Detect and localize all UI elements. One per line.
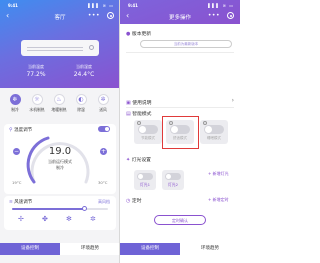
mode-label: 地暖制热 xyxy=(51,107,67,112)
timer-title: 定时 xyxy=(131,199,142,204)
timer-section-title: ◷ 定时 xyxy=(126,197,142,204)
light-label: 灯光1 xyxy=(139,182,150,187)
fan-speed-handle[interactable] xyxy=(81,206,87,211)
mode-label: 水机制热 xyxy=(29,107,45,112)
wind-icon: ≋ xyxy=(9,200,13,205)
current-humidity-label: 当前湿度 xyxy=(76,64,92,69)
mode-label: 送风 xyxy=(99,107,107,112)
smart-mode-icon: ▤ xyxy=(126,111,131,117)
snowflake-icon: ❄ xyxy=(9,94,21,105)
close-target-icon[interactable] xyxy=(227,12,234,19)
nav-bar: ‹ 更多操作 ••• xyxy=(120,10,240,24)
smart-mode-section-title: ▤ 智能模式 xyxy=(126,110,151,117)
fan-low-icon[interactable]: ✢ xyxy=(18,215,24,223)
mode-water-heat[interactable]: ☼ 水机制热 xyxy=(26,94,48,113)
fan-auto-icon[interactable]: ✲ xyxy=(90,215,96,223)
plus-button[interactable]: + xyxy=(100,148,107,155)
tab-device-control[interactable]: 设备控制 xyxy=(120,243,180,255)
tab-environment-trend[interactable]: 环境趋势 xyxy=(60,243,120,255)
light-label: 灯光2 xyxy=(167,182,178,187)
bottom-tabs: 设备控制 环境趋势 xyxy=(0,243,120,255)
nav-bar: ‹ 客厅 ••• xyxy=(0,10,120,24)
page-title: 客厅 xyxy=(54,15,66,21)
right-screen: 9:41 ▌▌▌ ≋ ▭ ‹ 更多操作 ••• ● 版本更新 当前为最新版本 ▣… xyxy=(120,0,240,263)
mode-dehumidify[interactable]: ◐ 除湿 xyxy=(70,94,92,113)
mode-selector: ❄ 制冷 ☼ 水机制热 ♨ 地暖制热 ◐ 除湿 ✲ 送风 xyxy=(0,92,120,122)
version-field[interactable]: 当前为最新版本 xyxy=(140,40,232,48)
minus-button[interactable]: − xyxy=(13,148,20,155)
light-section-title: ✦ 灯光设置 xyxy=(126,156,151,163)
light-toggle[interactable] xyxy=(137,173,153,180)
tab-device-control[interactable]: 设备控制 xyxy=(0,243,60,255)
manual-section-title[interactable]: ▣ 使用说明 xyxy=(126,99,151,106)
current-humidity: 当前湿度 24.4°C xyxy=(64,64,104,78)
timer-confirm-button[interactable]: 定时确认 xyxy=(154,215,206,225)
ac-unit-illustration xyxy=(21,40,99,56)
run-mode-value: 制冷 xyxy=(56,165,64,170)
more-icon[interactable]: ••• xyxy=(88,12,100,19)
scene-energy-saving[interactable]: 节能模式 xyxy=(134,120,162,144)
divider xyxy=(126,52,234,53)
current-temp-label: 当前温度 xyxy=(28,64,44,69)
scene-toggle[interactable] xyxy=(138,125,158,134)
document-icon: ▣ xyxy=(126,100,131,106)
sun-icon: ☼ xyxy=(31,94,43,105)
mode-floor-heat[interactable]: ♨ 地暖制热 xyxy=(48,94,70,113)
status-icons: ▌▌▌ ≋ ▭ xyxy=(88,3,114,8)
fan-speed-fill xyxy=(12,208,84,210)
tab-environment-trend[interactable]: 环境趋势 xyxy=(180,243,240,255)
mode-fan[interactable]: ✲ 送风 xyxy=(92,94,114,113)
light-1[interactable]: 灯光1 xyxy=(134,170,156,190)
bottom-tabs: 设备控制 环境趋势 xyxy=(120,243,240,255)
smart-mode-title: 智能模式 xyxy=(132,112,152,117)
page-title: 更多操作 xyxy=(168,15,191,21)
power-led-icon xyxy=(89,45,94,50)
status-icons: ▌▌▌ ≋ ▭ xyxy=(208,3,234,8)
light-title: 灯光设置 xyxy=(131,158,151,163)
clock-icon: ◷ xyxy=(126,198,131,204)
status-bar: 9:41 ▌▌▌ ≋ ▭ xyxy=(120,0,240,10)
mode-label: 制冷 xyxy=(11,107,19,112)
scene-sleep[interactable]: 睡眠模式 xyxy=(200,120,228,144)
current-temp-value: 77.2% xyxy=(26,71,46,78)
manual-title: 使用说明 xyxy=(132,101,152,106)
add-light-button[interactable]: + 新增灯光 xyxy=(208,171,229,177)
fan-speed-header: ≋ 风速调节 xyxy=(9,199,32,205)
mode-cool[interactable]: ❄ 制冷 xyxy=(4,94,26,113)
fan-high-icon[interactable]: ✻ xyxy=(66,215,72,223)
version-title: 版本更新 xyxy=(131,32,152,37)
droplet-icon: ◐ xyxy=(75,94,87,105)
close-target-icon[interactable] xyxy=(107,12,114,19)
light-2[interactable]: 灯光2 xyxy=(162,170,184,190)
add-timer-button[interactable]: + 新增定时 xyxy=(208,197,229,203)
status-time: 9:41 xyxy=(8,3,18,8)
fan-mid-icon[interactable]: ✤ xyxy=(42,215,48,223)
scene-label: 节能模式 xyxy=(141,136,155,140)
light-toggle[interactable] xyxy=(165,173,181,180)
divider xyxy=(126,107,234,108)
scene-toggle[interactable] xyxy=(204,125,224,134)
status-time: 9:41 xyxy=(128,3,138,8)
scene-label: 睡眠模式 xyxy=(207,136,221,140)
current-humidity-value: 24.4°C xyxy=(73,71,95,78)
status-bar: 9:41 ▌▌▌ ≋ ▭ xyxy=(0,0,120,10)
fan-icon: ✲ xyxy=(97,94,109,105)
mode-label: 除湿 xyxy=(77,107,85,112)
version-section-title: ● 版本更新 xyxy=(126,30,151,37)
max-temp-label: 30°C xyxy=(98,180,108,185)
fan-speed-value: 高风档 xyxy=(98,199,110,204)
fan-speed-title: 风速调节 xyxy=(14,200,33,205)
min-temp-label: 19°C xyxy=(12,180,22,185)
heat-icon: ♨ xyxy=(53,94,65,105)
temperature-card: ⚲ 温度调节 19.0 当前运行模式 制冷 − + 19°C 30°C xyxy=(4,124,116,194)
chevron-right-icon[interactable]: › xyxy=(232,97,234,104)
highlight-box xyxy=(162,116,199,149)
fan-speed-card: ≋ 风速调节 高风档 ✢ ✤ ✻ ✲ xyxy=(4,196,116,230)
bulb-icon: ✦ xyxy=(126,157,131,163)
more-icon[interactable]: ••• xyxy=(208,12,220,19)
left-screen: 9:41 ▌▌▌ ≋ ▭ ‹ 客厅 ••• 当前温度 77.2% 当前湿度 24… xyxy=(0,0,120,263)
info-icon: ● xyxy=(126,31,131,37)
current-temp: 当前温度 77.2% xyxy=(16,64,56,78)
